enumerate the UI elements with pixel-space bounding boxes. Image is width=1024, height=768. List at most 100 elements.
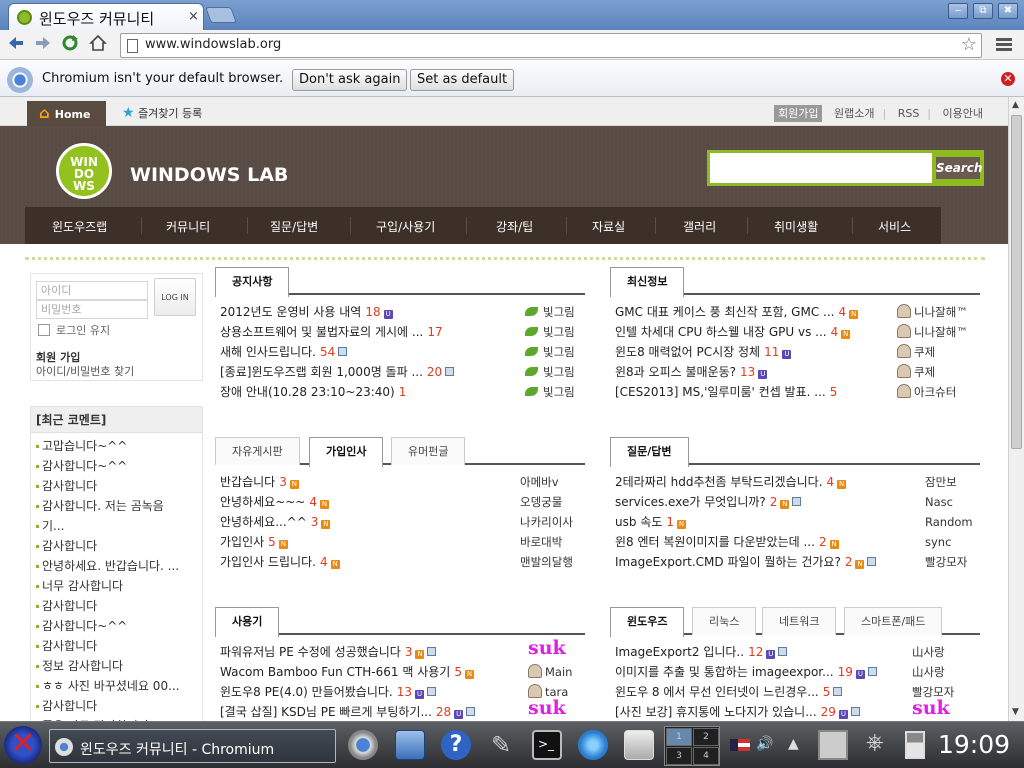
post-title[interactable]: services.exe가 무엇입니까? (615, 495, 766, 509)
set-as-default-button[interactable]: Set as default (410, 69, 515, 91)
board-tab[interactable]: 리눅스 (692, 607, 757, 635)
post-title[interactable]: 윈도우 8 에서 무선 인터넷이 느린경우... (615, 685, 819, 699)
post-title[interactable]: 윈8 엔터 복원이미지를 다운받았는데 ... (615, 535, 815, 549)
board-row[interactable]: Wacom Bamboo Fun CTH-661 맥 사용기 5 N Main (215, 662, 585, 682)
board-tab[interactable]: 가입인사 (309, 437, 384, 467)
post-title[interactable]: GMC 대표 케이스 풍 최신작 포함, GMC ... (615, 305, 834, 319)
recent-comment-item[interactable]: ㅎㅎ 사진 바꾸셨네요 00... (31, 676, 202, 696)
post-author[interactable]: Nasc (925, 492, 953, 512)
post-title[interactable]: [CES2013] MS,'일루미룸' 컨셉 발표. ... (615, 385, 826, 399)
workspace-3[interactable]: 3 (666, 747, 692, 765)
board-row[interactable]: [결국 삽질] KSD님 PE 빠르게 부팅하기... 28 Usuk (215, 698, 585, 721)
post-title[interactable]: [결국 삽질] KSD님 PE 빠르게 부팅하기... (220, 705, 432, 719)
home-link[interactable]: ⌂ Home (27, 101, 106, 126)
board-tab[interactable]: 자유게시판 (215, 437, 300, 465)
start-menu-icon[interactable]: ✕ (4, 726, 42, 764)
password-input[interactable]: 비밀번호 (36, 300, 148, 319)
workspace-1[interactable]: 1 (666, 728, 692, 746)
close-window-button[interactable]: ✖ (998, 3, 1018, 19)
post-author[interactable]: 아크슈터 (897, 382, 956, 402)
board-row[interactable]: 파워유저님 PE 수정에 성공했습니다 3 Nsuk (215, 638, 585, 662)
board-tab[interactable]: 공지사항 (215, 267, 290, 297)
post-title[interactable]: 안녕하세요~~~ (220, 495, 305, 509)
nav-qna[interactable]: 질문/답변 (270, 218, 318, 235)
board-row[interactable]: 장애 안내(10.28 23:10~23:40) 1 빛그림 (215, 382, 585, 402)
nav-purchase[interactable]: 구입/사용기 (376, 218, 435, 235)
image-viewer-icon[interactable] (624, 730, 654, 760)
us-flag-icon[interactable] (730, 739, 750, 751)
post-author[interactable]: suk (912, 698, 950, 718)
board-row[interactable]: 반갑습니다 3 N 아메바v (215, 472, 585, 492)
board-tab[interactable]: 유머펀글 (391, 437, 466, 465)
board-row[interactable]: ImageExport2 입니다.. 12 U 山사랑 (610, 642, 980, 662)
post-author[interactable]: 아메바v (520, 472, 559, 492)
file-manager-icon[interactable] (395, 730, 425, 760)
new-tab-button[interactable] (205, 7, 237, 23)
recent-comment-item[interactable]: 기... (31, 516, 202, 536)
add-favorite-link[interactable]: ★ 즐겨찾기 등록 (122, 105, 202, 121)
board-row[interactable]: services.exe가 무엇입니까? 2 N Nasc (610, 492, 980, 512)
rss-link[interactable]: RSS (898, 107, 920, 120)
scroll-down-icon[interactable]: ▼ (1012, 707, 1019, 717)
nav-hobby[interactable]: 취미생활 (774, 218, 818, 235)
browser-tab[interactable]: 윈도우즈 커뮤니티 × (8, 3, 204, 30)
post-author[interactable]: 오뎅궁물 (520, 492, 562, 512)
board-tab[interactable]: 네트워크 (762, 607, 837, 635)
post-author[interactable]: Random (925, 512, 973, 532)
forward-button[interactable] (32, 34, 54, 56)
scroll-thumb[interactable] (1011, 115, 1022, 449)
post-title[interactable]: [종료]윈도우즈랩 회원 1,000명 돌파 ... (220, 365, 423, 379)
nav-lectures[interactable]: 강좌/팁 (496, 218, 533, 235)
chrome-menu-icon[interactable] (996, 36, 1012, 52)
guide-link[interactable]: 이용안내 (943, 107, 983, 120)
post-author[interactable]: 니나잘해™ (897, 302, 968, 322)
post-author[interactable]: 빛그림 (525, 342, 575, 362)
board-row[interactable]: 이미지를 추출 및 통합하는 imageexpor... 19 U 山사랑 (610, 662, 980, 682)
recent-comment-item[interactable]: 감사합니다~^^ (31, 616, 202, 636)
board-tab[interactable]: 스마트폰/패드 (844, 607, 943, 635)
post-author[interactable]: 山사랑 (912, 662, 945, 682)
post-title[interactable]: 윈8과 오피스 불매운동? (615, 365, 736, 379)
post-title[interactable]: 윈도우8 PE(4.0) 만들어봤습니다. (220, 685, 393, 699)
infobar-close-icon[interactable]: ✕ (1001, 72, 1015, 86)
board-tab[interactable]: 사용기 (215, 607, 280, 637)
board-row[interactable]: 인텔 차세대 CPU 하스웰 내장 GPU vs ... 4 N 니나잘해™ (610, 322, 980, 342)
recent-comment-item[interactable]: 감사합니다 (31, 476, 202, 496)
post-title[interactable]: 파워유저님 PE 수정에 성공했습니다 (220, 645, 401, 659)
recent-comment-item[interactable]: 감사합니다 (31, 636, 202, 656)
post-title[interactable]: 안녕하세요...^^ (220, 515, 307, 529)
board-row[interactable]: 가입인사 5 N 바로대박 (215, 532, 585, 552)
dont-ask-again-button[interactable]: Don't ask again (292, 69, 408, 91)
post-title[interactable]: 인텔 차세대 CPU 하스웰 내장 GPU vs ... (615, 325, 827, 339)
workspace-pager[interactable]: 1 2 3 4 (664, 726, 720, 766)
board-row[interactable]: 안녕하세요...^^ 3 N 나카리이사 (215, 512, 585, 532)
recent-comment-item[interactable]: 감사합니다 (31, 536, 202, 556)
board-row[interactable]: 2012년도 운영비 사용 내역 18 U 빛그림 (215, 302, 585, 322)
help-icon[interactable]: ? (441, 730, 471, 760)
bookmark-star-icon[interactable]: ☆ (961, 34, 977, 55)
board-row[interactable]: 윈도8 매력없어 PC시장 정체 11 U 쿠제 (610, 342, 980, 362)
post-title[interactable]: 2테라짜리 hdd추천좀 부탁드리겠습니다. (615, 475, 823, 489)
board-row[interactable]: [CES2013] MS,'일루미룸' 컨셉 발표. ... 5 아크슈터 (610, 382, 980, 402)
board-row[interactable]: 2테라짜리 hdd추천좀 부탁드리겠습니다. 4 N 잠만보 (610, 472, 980, 492)
scroll-up-icon[interactable]: ▲ (1012, 100, 1019, 110)
address-bar[interactable]: www.windowslab.org ☆ (120, 33, 982, 58)
post-title[interactable]: 2012년도 운영비 사용 내역 (220, 305, 361, 319)
post-title[interactable]: 가입인사 (220, 535, 264, 549)
battery-icon[interactable] (905, 731, 925, 759)
post-author[interactable]: 山사랑 (912, 642, 945, 662)
board-row[interactable]: GMC 대표 케이스 풍 최신작 포함, GMC ... 4 N 니나잘해™ (610, 302, 980, 322)
login-button[interactable]: LOG IN (154, 278, 196, 316)
post-title[interactable]: [사진 보강] 휴지통에 노다지가 있습니... (615, 705, 817, 719)
taskbar-chromium-task[interactable]: 윈도우즈 커뮤니티 - Chromium (49, 729, 336, 763)
board-row[interactable]: 가입인사 드립니다. 4 N 맨발의달행 (215, 552, 585, 572)
board-row[interactable]: 윈8 엔터 복원이미지를 다운받았는데 ... 2 Nsync (610, 532, 980, 552)
board-row[interactable]: 안녕하세요~~~ 4 N 오뎅궁물 (215, 492, 585, 512)
post-title[interactable]: ImageExport.CMD 파일이 뭘하는 건가요? (615, 555, 841, 569)
board-tab[interactable]: 최신정보 (610, 267, 685, 297)
settings-wrench-icon[interactable]: ✎ (486, 730, 516, 760)
workspace-4[interactable]: 4 (693, 747, 719, 765)
post-author[interactable]: Main (528, 662, 572, 682)
browser-launcher-icon[interactable] (348, 730, 378, 760)
post-title[interactable]: 반갑습니다 (220, 475, 275, 489)
